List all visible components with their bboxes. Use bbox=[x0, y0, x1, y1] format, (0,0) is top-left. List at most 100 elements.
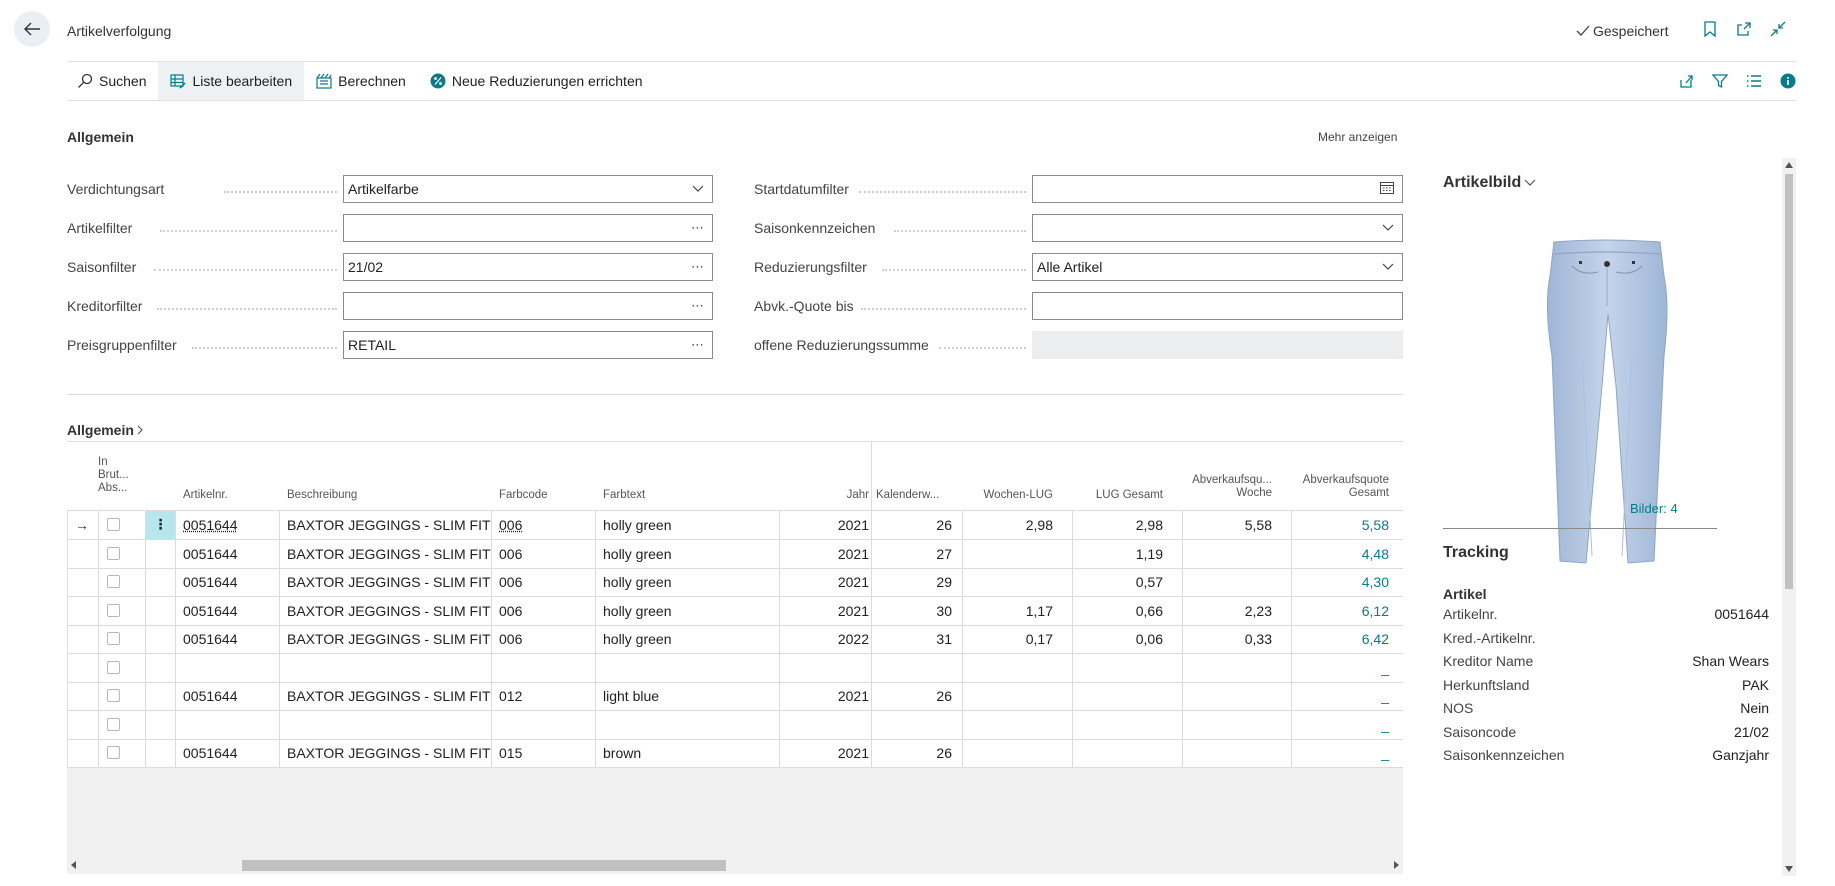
cell-st-total[interactable]: 5,58 bbox=[1289, 511, 1389, 539]
field-input[interactable]: Alle Artikel bbox=[1032, 253, 1403, 281]
field-leader bbox=[157, 308, 337, 310]
cell-st-total[interactable]: 6,12 bbox=[1289, 597, 1389, 625]
cell-item-no[interactable] bbox=[183, 654, 273, 682]
general-section-title: Allgemein bbox=[67, 129, 134, 145]
cell-item-no[interactable]: 0051644 bbox=[183, 540, 273, 568]
date-button[interactable] bbox=[1380, 181, 1394, 197]
col-header-year[interactable]: Jahr bbox=[829, 489, 869, 502]
scroll-up-icon[interactable] bbox=[1785, 162, 1793, 168]
new-reductions-label: Neue Reduzierungen errichten bbox=[451, 73, 643, 89]
field-row: Preisgruppenfilter RETAIL ⋯ bbox=[67, 331, 713, 359]
col-header-week-lug[interactable]: Wochen-LUG bbox=[973, 489, 1053, 502]
lookup-button[interactable]: ⋯ bbox=[691, 298, 704, 314]
cell-item-no[interactable]: 0051644 bbox=[183, 568, 273, 596]
cell-week-lug bbox=[973, 540, 1053, 568]
field-input[interactable]: ⋯ bbox=[343, 214, 713, 242]
cell-st-total[interactable]: 4,30 bbox=[1289, 568, 1389, 596]
share-icon[interactable] bbox=[1677, 72, 1695, 90]
cell-color-code: 006 bbox=[499, 602, 523, 619]
edit-list-button[interactable]: Liste bearbeiten bbox=[158, 62, 305, 100]
row-actions-button[interactable]: ⋮ bbox=[146, 511, 175, 539]
column-divider bbox=[1072, 511, 1073, 768]
in-brut-checkbox[interactable] bbox=[107, 518, 120, 531]
scroll-left-icon[interactable] bbox=[71, 861, 77, 869]
dropdown-button[interactable] bbox=[692, 181, 704, 196]
in-brut-checkbox[interactable] bbox=[107, 689, 120, 702]
cell-item-no[interactable] bbox=[183, 711, 273, 739]
detail-value[interactable]: 0051644 bbox=[1714, 606, 1769, 622]
lines-section-title[interactable]: Allgemein bbox=[67, 422, 144, 438]
scroll-right-icon[interactable] bbox=[1393, 861, 1399, 869]
cell-color-text: brown bbox=[603, 745, 642, 761]
show-more-link[interactable]: Mehr anzeigen bbox=[1318, 130, 1397, 144]
col-header-in-brut[interactable]: In Brut... Abs... bbox=[98, 456, 138, 495]
field-input[interactable]: Artikelfarbe bbox=[343, 175, 713, 203]
dropdown-button[interactable] bbox=[1382, 220, 1394, 235]
cell-item-no[interactable]: 0051644 bbox=[183, 739, 273, 767]
col-header-week[interactable]: Kalenderw... bbox=[876, 489, 939, 502]
field-input[interactable]: ⋯ bbox=[343, 292, 713, 320]
cell-st-week bbox=[1180, 682, 1272, 710]
col-header-color-code[interactable]: Farbcode bbox=[499, 489, 548, 502]
in-brut-checkbox[interactable] bbox=[107, 660, 120, 674]
search-button[interactable]: Suchen bbox=[67, 62, 158, 100]
horizontal-scroll-thumb[interactable] bbox=[242, 860, 726, 871]
field-input[interactable] bbox=[1032, 292, 1403, 320]
cell-item-no[interactable]: 0051644 bbox=[183, 682, 273, 710]
detail-label: Artikelnr. bbox=[1443, 606, 1498, 622]
cell-st-total[interactable]: _ bbox=[1289, 739, 1389, 767]
lookup-button[interactable]: ⋯ bbox=[691, 259, 704, 275]
bookmark-icon[interactable] bbox=[1702, 20, 1718, 38]
in-brut-checkbox[interactable] bbox=[107, 746, 120, 759]
lookup-button[interactable]: ⋯ bbox=[691, 220, 704, 236]
col-header-color-text[interactable]: Farbtext bbox=[603, 489, 645, 502]
in-brut-checkbox[interactable] bbox=[107, 717, 120, 731]
cell-item-no[interactable]: 0051644 bbox=[183, 511, 273, 539]
collapse-icon[interactable] bbox=[1770, 20, 1786, 38]
field-input[interactable] bbox=[1032, 214, 1403, 242]
list-view-icon[interactable] bbox=[1745, 72, 1763, 90]
cell-item-no[interactable]: 0051644 bbox=[183, 625, 273, 653]
in-brut-checkbox[interactable] bbox=[107, 575, 120, 588]
cell-description bbox=[287, 711, 487, 739]
col-header-st-total[interactable]: Abverkaufsquote Gesamt bbox=[1289, 474, 1389, 500]
cell-st-total[interactable]: 4,48 bbox=[1289, 540, 1389, 568]
col-header-item-no[interactable]: Artikelnr. bbox=[183, 489, 228, 502]
column-divider bbox=[98, 511, 99, 768]
vertical-scrollbar[interactable] bbox=[1782, 158, 1796, 876]
calculate-button[interactable]: Berechnen bbox=[304, 62, 418, 100]
col-header-description[interactable]: Beschreibung bbox=[287, 489, 357, 502]
horizontal-scrollbar[interactable] bbox=[67, 856, 1403, 874]
cell-st-total[interactable]: _ bbox=[1289, 682, 1389, 710]
in-brut-checkbox[interactable] bbox=[107, 603, 120, 617]
field-input[interactable] bbox=[1032, 175, 1403, 203]
in-brut-checkbox[interactable] bbox=[107, 546, 120, 560]
new-reductions-button[interactable]: Neue Reduzierungen errichten bbox=[418, 62, 655, 100]
open-new-window-icon[interactable] bbox=[1736, 20, 1752, 38]
scroll-down-icon[interactable] bbox=[1785, 866, 1793, 872]
column-divider bbox=[175, 511, 176, 768]
cell-st-total[interactable]: 6,42 bbox=[1289, 625, 1389, 653]
lookup-button[interactable]: ⋯ bbox=[691, 337, 704, 353]
dropdown-button[interactable] bbox=[1382, 259, 1394, 274]
field-input[interactable]: 21/02 ⋯ bbox=[343, 253, 713, 281]
checkmark-icon bbox=[1576, 25, 1590, 36]
col-header-lug-total[interactable]: LUG Gesamt bbox=[1083, 489, 1163, 502]
cell-description: BAXTOR JEGGINGS - SLIM FIT bbox=[287, 545, 491, 562]
in-brut-checkbox[interactable] bbox=[107, 632, 120, 645]
back-button[interactable] bbox=[14, 11, 50, 47]
cell-st-total[interactable]: _ bbox=[1289, 654, 1389, 682]
filter-icon[interactable] bbox=[1711, 72, 1729, 90]
info-icon[interactable] bbox=[1779, 72, 1797, 90]
vertical-scroll-thumb[interactable] bbox=[1785, 174, 1793, 589]
cell-st-total[interactable]: _ bbox=[1289, 711, 1389, 739]
cell-item-no[interactable]: 0051644 bbox=[183, 597, 273, 625]
field-value: 21/02 bbox=[348, 259, 384, 275]
cell-year: 2021 bbox=[837, 574, 869, 590]
item-picture[interactable] bbox=[1532, 236, 1682, 570]
cell-lug-total bbox=[1083, 654, 1163, 682]
col-header-st-week[interactable]: Abverkaufsqu... Woche bbox=[1180, 474, 1272, 500]
pictures-count-link[interactable]: Bilder: 4 bbox=[1630, 501, 1678, 516]
picture-section-title[interactable]: Artikelbild bbox=[1443, 174, 1536, 192]
field-input[interactable]: RETAIL ⋯ bbox=[343, 331, 713, 359]
